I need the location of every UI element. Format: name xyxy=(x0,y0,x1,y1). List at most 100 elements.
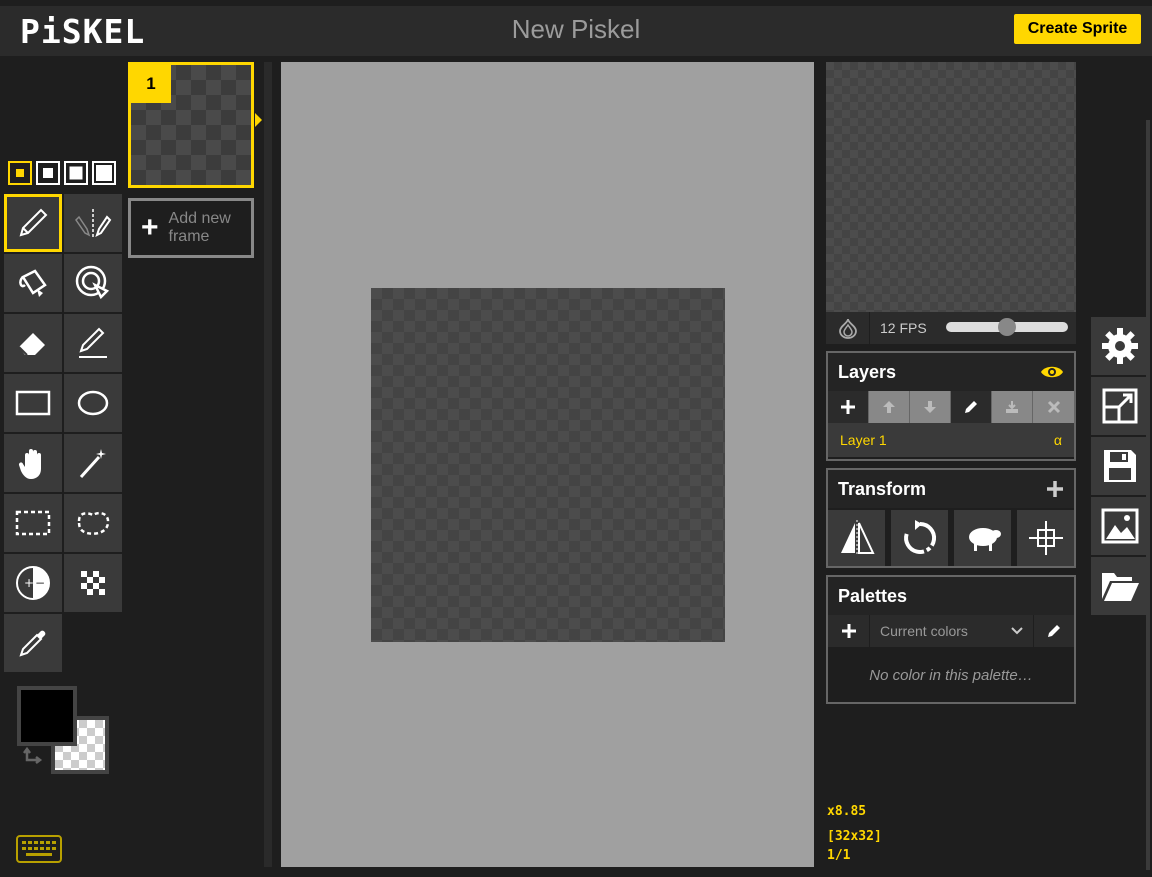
pen-tool[interactable] xyxy=(4,194,62,252)
onion-icon xyxy=(838,318,857,339)
move-tool[interactable] xyxy=(4,434,62,492)
fps-slider[interactable] xyxy=(946,318,1068,336)
layer-opacity-button[interactable]: α xyxy=(1054,432,1062,448)
color-selector xyxy=(17,686,112,776)
plus-icon xyxy=(841,400,855,414)
paint-all-same-color-tool[interactable] xyxy=(64,254,122,312)
settings-tab[interactable] xyxy=(1091,317,1149,375)
color-picker-icon xyxy=(19,630,46,657)
onion-skin-toggle[interactable] xyxy=(826,312,870,344)
palette-select-value: Current colors xyxy=(880,623,968,639)
current-frame-indicator xyxy=(255,113,262,127)
palette-empty-message: No color in this palette… xyxy=(869,667,1033,684)
dithering-icon xyxy=(81,571,105,595)
zoom-level: x8.85 xyxy=(827,804,867,819)
frame-thumbnail[interactable]: 1 xyxy=(128,62,254,188)
sprite-canvas[interactable] xyxy=(371,288,725,642)
merge-down-icon xyxy=(1006,401,1018,413)
vertical-mirror-pen-tool[interactable] xyxy=(64,194,122,252)
paint-all-same-color-icon xyxy=(75,265,110,300)
save-icon xyxy=(1104,450,1136,482)
transform-panel: Transform xyxy=(826,468,1076,568)
import-tab[interactable] xyxy=(1091,557,1149,615)
layer-item[interactable]: Layer 1 α xyxy=(828,423,1074,457)
move-layer-down-button[interactable] xyxy=(910,391,951,423)
frame-number: 1 xyxy=(131,65,171,103)
magic-wand-tool[interactable] xyxy=(64,434,122,492)
swap-colors-icon[interactable] xyxy=(21,746,45,770)
save-tab[interactable] xyxy=(1091,437,1149,495)
rectangle-tool[interactable] xyxy=(4,374,62,432)
palette-toolbar: Current colors xyxy=(828,615,1074,647)
header: PiSKEL New Piskel Create Sprite xyxy=(0,0,1152,56)
tool-palette: + − xyxy=(4,194,122,672)
stroke-tool[interactable] xyxy=(64,314,122,372)
add-frame-label: Add new frame xyxy=(168,210,231,245)
pen-size-4[interactable] xyxy=(92,161,116,185)
palette-select[interactable]: Current colors xyxy=(870,615,1034,647)
move-icon xyxy=(18,449,41,479)
create-sprite-button[interactable]: Create Sprite xyxy=(1014,14,1141,44)
edit-layer-button[interactable] xyxy=(951,391,992,423)
transform-buttons xyxy=(828,510,1074,566)
pencil-icon xyxy=(1048,625,1060,637)
frames-scrollbar[interactable] xyxy=(264,62,272,867)
delete-layer-button[interactable] xyxy=(1033,391,1074,423)
eraser-tool[interactable] xyxy=(4,314,62,372)
clone-button[interactable] xyxy=(954,510,1011,566)
drawing-stage[interactable] xyxy=(281,62,814,867)
keyboard-shortcuts-icon[interactable] xyxy=(16,835,62,863)
edit-palette-button[interactable] xyxy=(1034,615,1074,647)
flip-icon xyxy=(840,520,875,556)
folder-open-icon xyxy=(1102,573,1139,601)
layers-title: Layers xyxy=(838,361,897,382)
circle-tool[interactable] xyxy=(64,374,122,432)
palettes-panel: Palettes Current colors No color in this… xyxy=(826,575,1076,704)
layers-panel: Layers Layer 1 α xyxy=(826,351,1076,461)
arrow-down-icon xyxy=(924,401,936,413)
align-center-icon xyxy=(1028,521,1063,555)
export-tab[interactable] xyxy=(1091,497,1149,555)
pen-icon xyxy=(19,208,48,237)
flip-button[interactable] xyxy=(828,510,885,566)
pen-size-1[interactable] xyxy=(8,161,32,185)
primary-color-swatch[interactable] xyxy=(17,686,77,746)
resize-icon xyxy=(1102,388,1138,424)
transform-title: Transform xyxy=(838,478,927,499)
dithering-tool[interactable] xyxy=(64,554,122,612)
rotate-icon xyxy=(903,520,936,554)
fps-label: 12 FPS xyxy=(880,320,927,336)
magic-wand-icon xyxy=(79,449,106,479)
paint-bucket-tool[interactable] xyxy=(4,254,62,312)
rotate-button[interactable] xyxy=(891,510,948,566)
fps-slider-knob[interactable] xyxy=(998,318,1016,336)
resize-tab[interactable] xyxy=(1091,377,1149,435)
eye-icon[interactable] xyxy=(1040,364,1064,380)
move-layer-up-button[interactable] xyxy=(869,391,910,423)
add-layer-button[interactable] xyxy=(828,391,869,423)
animation-preview[interactable] xyxy=(826,62,1076,312)
lasso-select-tool[interactable] xyxy=(64,494,122,552)
center-button[interactable] xyxy=(1017,510,1074,566)
pen-size-3[interactable] xyxy=(64,161,88,185)
arrow-up-icon xyxy=(883,401,895,413)
page-title[interactable]: New Piskel xyxy=(0,14,1152,45)
color-picker-tool[interactable] xyxy=(4,614,62,672)
sprite-size: [32x32] xyxy=(827,829,882,844)
close-icon xyxy=(1047,400,1060,414)
add-frame-button[interactable]: + Add new frame xyxy=(128,198,254,258)
transform-header: Transform xyxy=(828,470,1074,508)
fps-bar: 12 FPS xyxy=(826,312,1076,344)
plus-icon xyxy=(841,624,856,638)
merge-layer-button[interactable] xyxy=(992,391,1033,423)
paint-bucket-icon xyxy=(19,269,47,297)
pen-size-2[interactable] xyxy=(36,161,60,185)
gear-icon xyxy=(1102,328,1138,364)
layer-toolbar xyxy=(828,391,1074,423)
rectangle-select-tool[interactable] xyxy=(4,494,62,552)
add-palette-button[interactable] xyxy=(828,615,870,647)
lighten-darken-tool[interactable]: + − xyxy=(4,554,62,612)
lighten-darken-icon: + − xyxy=(16,566,50,600)
plus-icon[interactable] xyxy=(1046,480,1064,498)
layers-header: Layers xyxy=(828,353,1074,391)
